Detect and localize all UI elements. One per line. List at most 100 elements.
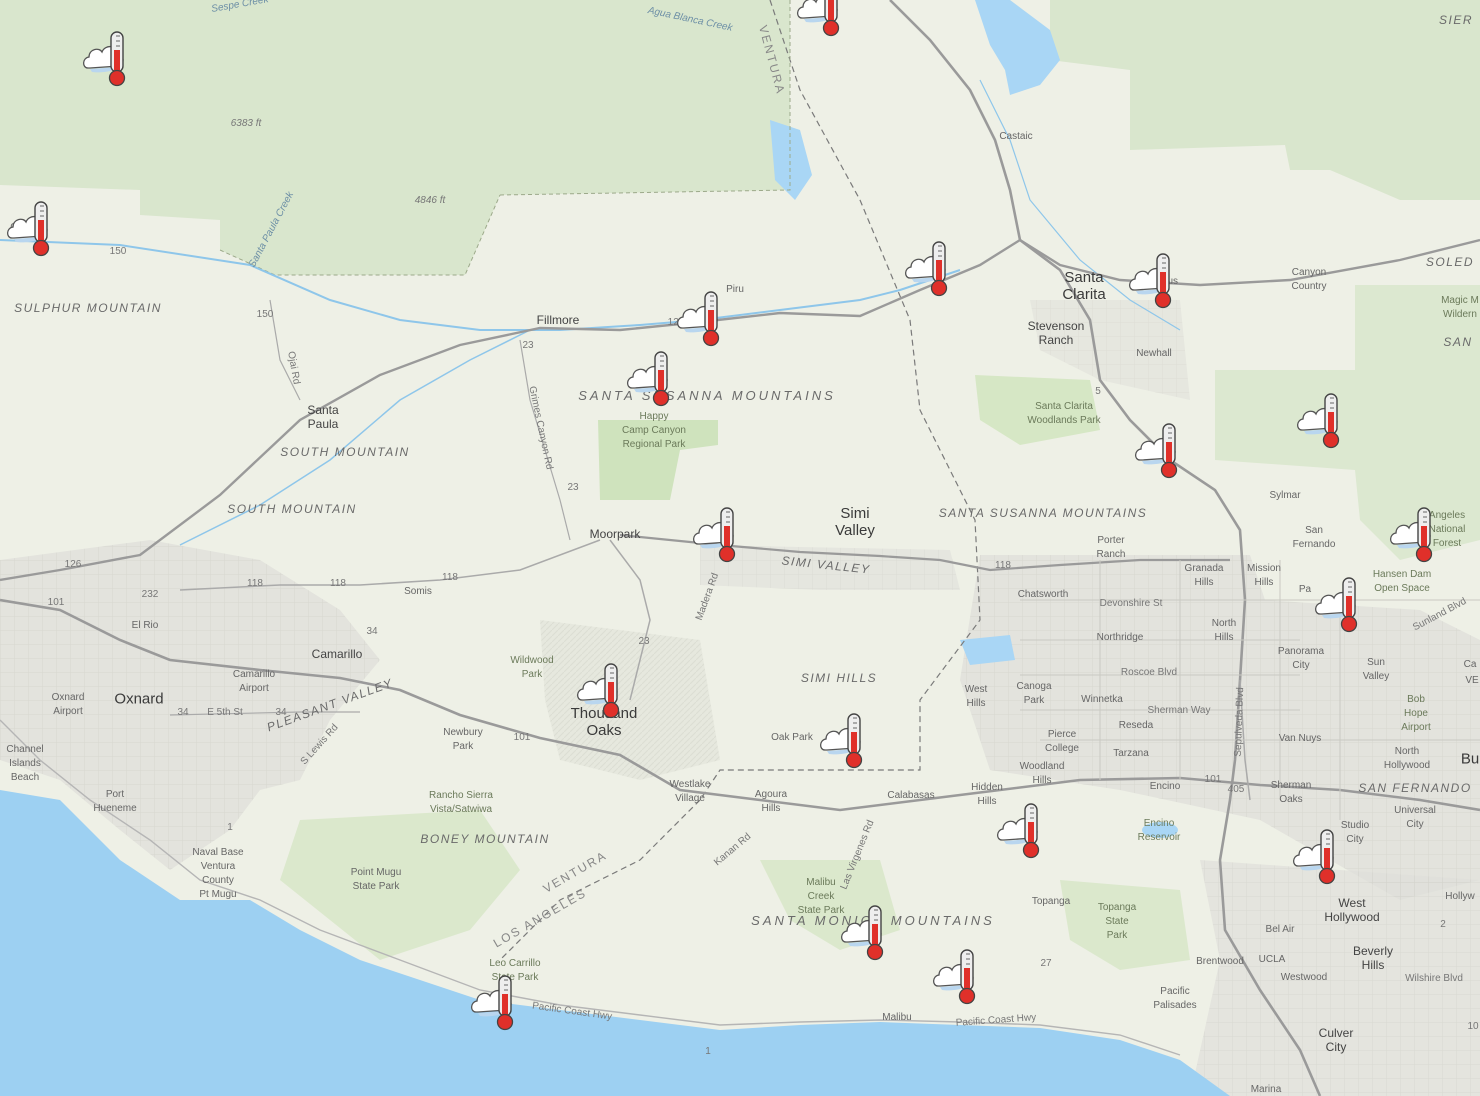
map-label-encino-reservoir: Encino Reservoir <box>1137 818 1181 843</box>
cloud-thermometer-icon <box>80 28 136 88</box>
cloud-thermometer-icon <box>994 800 1050 860</box>
map-label-pacific-palisades: Pacific Palisades <box>1153 986 1197 1011</box>
weather-station-marker[interactable] <box>1294 390 1350 450</box>
cloud-thermometer-icon <box>468 972 524 1032</box>
cloud-thermometer-icon <box>574 660 630 720</box>
map-label-calabasas: Calabasas <box>887 790 935 801</box>
map-label-r10: 10 <box>1467 1021 1479 1032</box>
map-label-magic-mtn: Magic M Wildern <box>1441 295 1479 320</box>
map-label-ca: Ca <box>1463 659 1477 670</box>
map-label-chatsworth: Chatsworth <box>1017 589 1069 600</box>
cloud-thermometer-icon <box>690 504 746 564</box>
map-label-reseda: Reseda <box>1118 720 1154 731</box>
weather-station-marker[interactable] <box>994 800 1050 860</box>
map-label-r232: 232 <box>141 589 159 600</box>
map-label-woodland-hills: Woodland Hills <box>1019 761 1065 786</box>
map-label-hollyw: Hollyw <box>1445 891 1475 902</box>
weather-station-marker[interactable] <box>674 288 730 348</box>
map-label-sun-valley: Sun Valley <box>1362 657 1390 682</box>
weather-station-marker[interactable] <box>794 0 850 38</box>
map-label-santa-paula: Santa Paula <box>307 403 339 431</box>
map-label-south-mountain-2: SOUTH MOUNTAIN <box>227 502 357 516</box>
cloud-thermometer-icon <box>1387 504 1443 564</box>
cloud-thermometer-icon <box>817 710 873 770</box>
map-label-fillmore: Fillmore <box>536 313 580 327</box>
map-label-r5: 5 <box>1095 386 1101 397</box>
map-label-el-rio: El Rio <box>131 620 159 631</box>
map-label-sherman-oaks: Sherman Oaks <box>1270 780 1312 805</box>
map-label-wilshire: Wilshire Blvd <box>1405 973 1463 984</box>
map-label-r126: 126 <box>64 559 82 570</box>
weather-station-marker[interactable] <box>624 348 680 408</box>
cloud-thermometer-icon <box>1294 390 1350 450</box>
weather-station-marker[interactable] <box>1387 504 1443 564</box>
map-label-stevenson-ranch: Stevenson Ranch <box>1027 319 1085 347</box>
map-label-boney-mountain: BONEY MOUNTAIN <box>420 832 550 846</box>
map-label-r118d: 118 <box>995 560 1011 571</box>
map-label-bel-air: Bel Air <box>1265 924 1295 935</box>
map-label-sherman-way: Sherman Way <box>1147 705 1211 716</box>
weather-station-marker[interactable] <box>574 660 630 720</box>
map-label-west-hills: West Hills <box>964 684 988 709</box>
map-label-r118c: 118 <box>442 572 458 583</box>
map-label-wildwood-park: Wildwood Park <box>510 655 554 680</box>
weather-station-marker[interactable] <box>1312 574 1368 634</box>
map-label-malibu: Malibu <box>882 1012 912 1023</box>
map-label-south-mountain-1: SOUTH MOUNTAIN <box>280 445 410 459</box>
map-label-granada-hills: Granada Hills <box>1184 563 1224 588</box>
map-label-marina: Marina <box>1250 1084 1282 1095</box>
map-label-happy-camp: Happy Camp Canyon Regional Park <box>622 411 686 450</box>
map-label-r27: 27 <box>1040 958 1052 969</box>
map-label-sepulveda: Sepulveda Blvd <box>1232 687 1247 757</box>
weather-station-marker[interactable] <box>1132 420 1188 480</box>
weather-station-marker[interactable] <box>4 198 60 258</box>
cloud-thermometer-icon <box>1132 420 1188 480</box>
weather-station-marker[interactable] <box>817 710 873 770</box>
map-label-e5th-st: E 5th St <box>207 707 243 718</box>
map-label-bu: Bu <box>1460 750 1480 768</box>
map-label-brentwood: Brentwood <box>1196 956 1244 967</box>
weather-station-marker[interactable] <box>1290 826 1346 886</box>
map-label-universal-city: Universal City <box>1394 805 1436 830</box>
map-label-r23c: 23 <box>638 636 650 647</box>
weather-station-marker[interactable] <box>930 946 986 1006</box>
weather-station-marker[interactable] <box>838 902 894 962</box>
map-label-castaic: Castaic <box>999 131 1033 142</box>
map-label-r150b: 150 <box>256 309 274 320</box>
map-label-ssm-1: SANTA SUSANNA MOUNTAINS <box>578 388 836 403</box>
map-label-sier: SIER <box>1438 13 1474 27</box>
map-label-simi-valley: Simi Valley <box>835 505 875 539</box>
cloud-thermometer-icon <box>1126 250 1182 310</box>
map-label-r34b: 34 <box>275 707 287 718</box>
cloud-thermometer-icon <box>794 0 850 38</box>
map-label-r101: 101 <box>47 597 65 608</box>
map-label-r2: 2 <box>1440 919 1446 930</box>
map-label-point-mugu-sp: Point Mugu State Park <box>350 867 402 892</box>
map-label-channel-islands-beach: Channel Islands Beach <box>6 744 44 783</box>
map-label-westlake-village: Westlake Village <box>669 779 711 804</box>
map-label-north-hills: North Hills <box>1211 618 1237 643</box>
map-label-canyon-country: Canyon Country <box>1291 267 1327 292</box>
map-label-sylmar: Sylmar <box>1269 490 1301 501</box>
weather-station-marker[interactable] <box>690 504 746 564</box>
cloud-thermometer-icon <box>1290 826 1346 886</box>
weather-station-marker[interactable] <box>902 238 958 298</box>
map-canvas[interactable]: SantaClaritaSimiValleyThousandOaksOxnard… <box>0 0 1480 1096</box>
map-label-r405: 405 <box>1227 784 1245 795</box>
map-label-r23: 23 <box>522 340 534 351</box>
weather-station-marker[interactable] <box>1126 250 1182 310</box>
map-label-roscoe: Roscoe Blvd <box>1120 667 1178 678</box>
weather-station-marker[interactable] <box>80 28 136 88</box>
map-label-elev-4846: 4846 ft <box>414 195 446 206</box>
map-label-porter-ranch: Porter Ranch <box>1096 535 1126 560</box>
map-label-somis: Somis <box>404 586 432 597</box>
map-label-simi-hills: SIMI HILLS <box>800 671 878 685</box>
weather-station-marker[interactable] <box>468 972 524 1032</box>
map-label-san-fernando: San Fernando <box>1292 525 1336 550</box>
map-label-pierce-college: Pierce College <box>1045 729 1079 754</box>
map-label-tarzana: Tarzana <box>1113 748 1149 759</box>
cloud-thermometer-icon <box>4 198 60 258</box>
map-label-mission-hills: Mission Hills <box>1247 563 1281 588</box>
cloud-thermometer-icon <box>624 348 680 408</box>
map-label-encino: Encino <box>1149 781 1181 792</box>
